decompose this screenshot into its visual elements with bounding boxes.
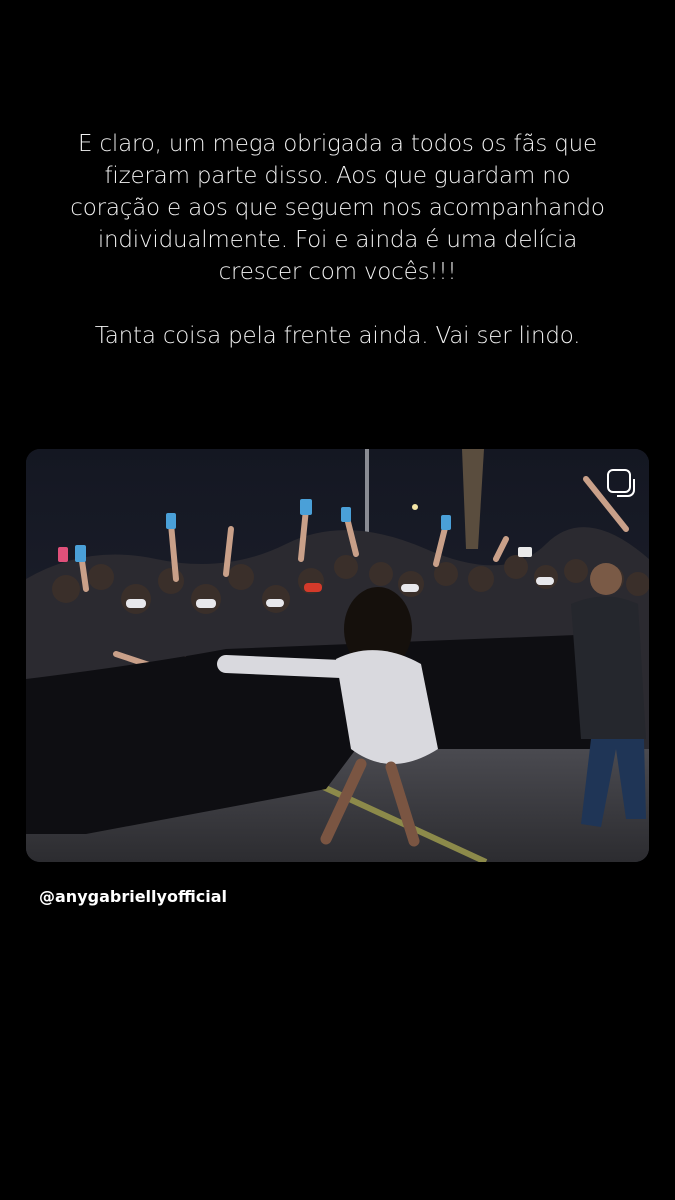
caption-line: E claro, um mega obrigada a todos os fãs… (78, 131, 597, 157)
story-caption: E claro, um mega obrigada a todos os fãs… (30, 128, 645, 352)
caption-line: individualmente. Foi e ainda é uma delíc… (97, 227, 578, 253)
shared-post-icon[interactable] (607, 469, 635, 497)
caption-paragraph-1: E claro, um mega obrigada a todos os fãs… (30, 128, 645, 288)
mention-sticker[interactable]: @anygabriellyofficial (39, 887, 227, 906)
caption-paragraph-2: Tanta coisa pela frente ainda. Vai ser l… (94, 323, 581, 349)
caption-line: coração e aos que seguem nos acompanhand… (70, 195, 605, 221)
shared-post-photo[interactable] (26, 449, 649, 862)
crowd-photo (26, 449, 649, 862)
caption-line: fizeram parte disso. Aos que guardam no (104, 163, 571, 189)
caption-line: crescer com vocês!!! (218, 259, 457, 285)
